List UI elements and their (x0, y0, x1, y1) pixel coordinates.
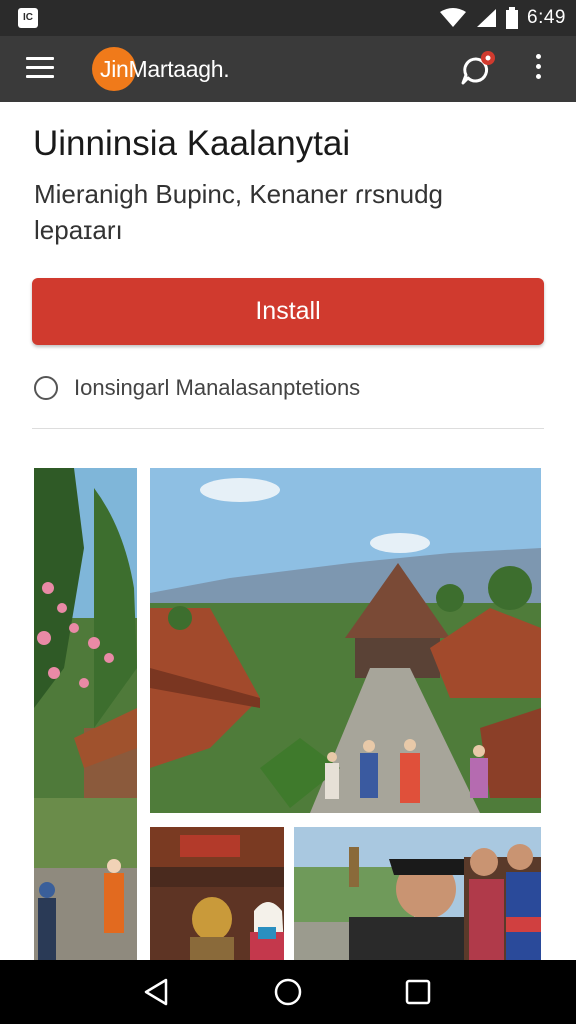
radio-unchecked-icon[interactable] (34, 376, 58, 400)
divider (32, 428, 544, 429)
home-icon[interactable] (273, 977, 303, 1007)
status-bar: IC 6:49 (0, 0, 576, 36)
page-title: Uinninsia Kaalanytai (33, 124, 351, 163)
interior-woman-photo[interactable] (150, 827, 284, 960)
back-icon[interactable] (142, 977, 170, 1007)
install-button[interactable]: Install (32, 278, 544, 345)
menu-icon[interactable] (26, 57, 54, 81)
navigation-bar (0, 960, 576, 1024)
recents-icon[interactable] (404, 978, 432, 1006)
wifi-icon (440, 8, 467, 27)
signal-icon (477, 9, 497, 27)
app-notification-icon: IC (18, 8, 38, 28)
page-subtitle: Mieranigh Bupinc, Kenaner ɾrsnudg lepaɪa… (34, 179, 444, 245)
app-bar: JinMartaagh. (0, 36, 576, 102)
battery-icon (506, 7, 519, 29)
app-title: JinMartaagh. (100, 56, 230, 82)
village-street-photo[interactable] (150, 468, 541, 813)
status-indicators: 6:49 (439, 0, 566, 36)
more-vertical-icon[interactable] (526, 54, 550, 86)
village-flowers-photo[interactable] (34, 468, 137, 960)
status-time: 6:49 (527, 7, 566, 28)
option-label: Ionsingarl Manalasanptetions (74, 375, 361, 400)
option-row[interactable]: Ionsingarl Manalasanptetions (34, 372, 534, 406)
man-portrait-photo[interactable] (294, 827, 541, 960)
chat-icon[interactable] (458, 50, 498, 90)
